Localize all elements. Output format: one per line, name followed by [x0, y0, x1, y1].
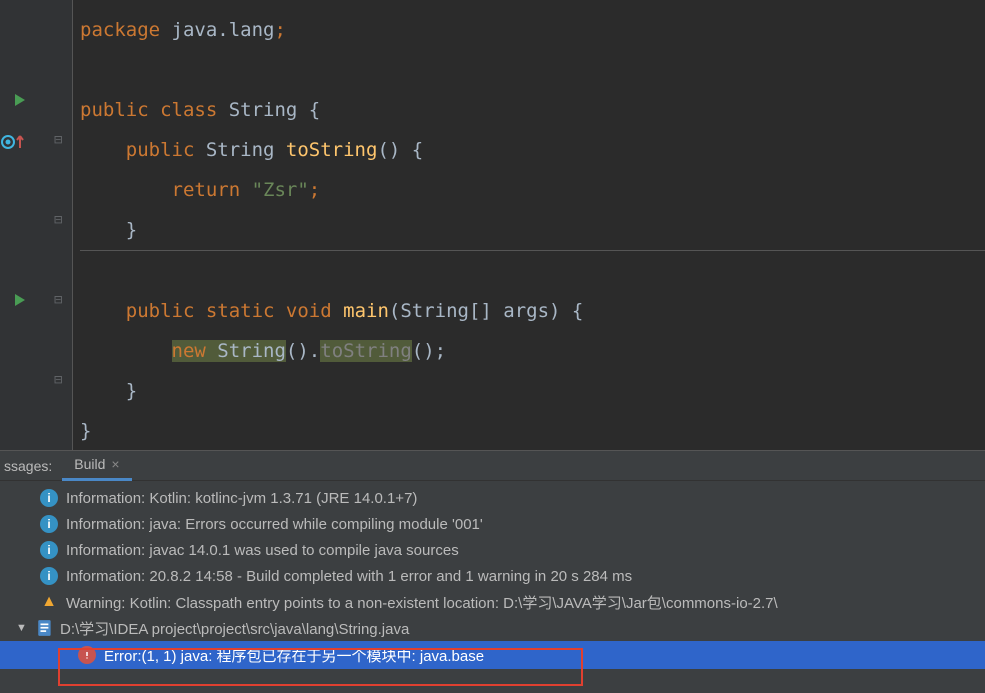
tab-build[interactable]: Build × — [62, 450, 131, 481]
message-row[interactable]: i Information: 20.8.2 14:58 - Build comp… — [0, 563, 985, 589]
code-editor[interactable]: package java.lang; public class String {… — [72, 0, 985, 450]
editor-gutter: ⊟ ⊟ ⊟ ⊟ — [0, 0, 72, 450]
error-message-row[interactable]: Error:(1, 1) java: 程序包已存在于另一个模块中: java.b… — [0, 641, 985, 669]
fold-expand-icon[interactable]: ⊟ — [54, 372, 62, 388]
info-icon: i — [40, 489, 58, 507]
messages-panel: ssages: Build × i Information: Kotlin: k… — [0, 450, 985, 693]
messages-tabs: ssages: Build × — [0, 451, 985, 481]
keyword-package: package — [80, 19, 160, 41]
tree-collapse-icon[interactable]: ▼ — [16, 622, 30, 634]
message-row[interactable]: ▲ Warning: Kotlin: Classpath entry point… — [0, 589, 985, 615]
java-file-icon — [36, 619, 54, 637]
run-icon[interactable] — [12, 92, 32, 112]
override-icon[interactable] — [0, 132, 28, 152]
warning-icon: ▲ — [40, 593, 58, 611]
close-icon[interactable]: × — [111, 456, 119, 472]
message-row[interactable]: i Information: javac 14.0.1 was used to … — [0, 537, 985, 563]
messages-label: ssages: — [0, 458, 62, 474]
fold-expand-icon[interactable]: ⊟ — [54, 212, 62, 228]
messages-list: i Information: Kotlin: kotlinc-jvm 1.3.7… — [0, 481, 985, 693]
gutter-border — [72, 0, 73, 450]
run-icon[interactable] — [12, 292, 32, 312]
info-icon: i — [40, 541, 58, 559]
info-icon: i — [40, 515, 58, 533]
message-row[interactable]: i Information: Kotlin: kotlinc-jvm 1.3.7… — [0, 485, 985, 511]
info-icon: i — [40, 567, 58, 585]
fold-collapse-icon[interactable]: ⊟ — [54, 292, 62, 308]
fold-collapse-icon[interactable]: ⊟ — [54, 132, 62, 148]
message-row[interactable]: i Information: java: Errors occurred whi… — [0, 511, 985, 537]
file-node-row[interactable]: ▼ D:\学习\IDEA project\project\src\java\la… — [0, 615, 985, 641]
error-icon — [78, 646, 96, 664]
